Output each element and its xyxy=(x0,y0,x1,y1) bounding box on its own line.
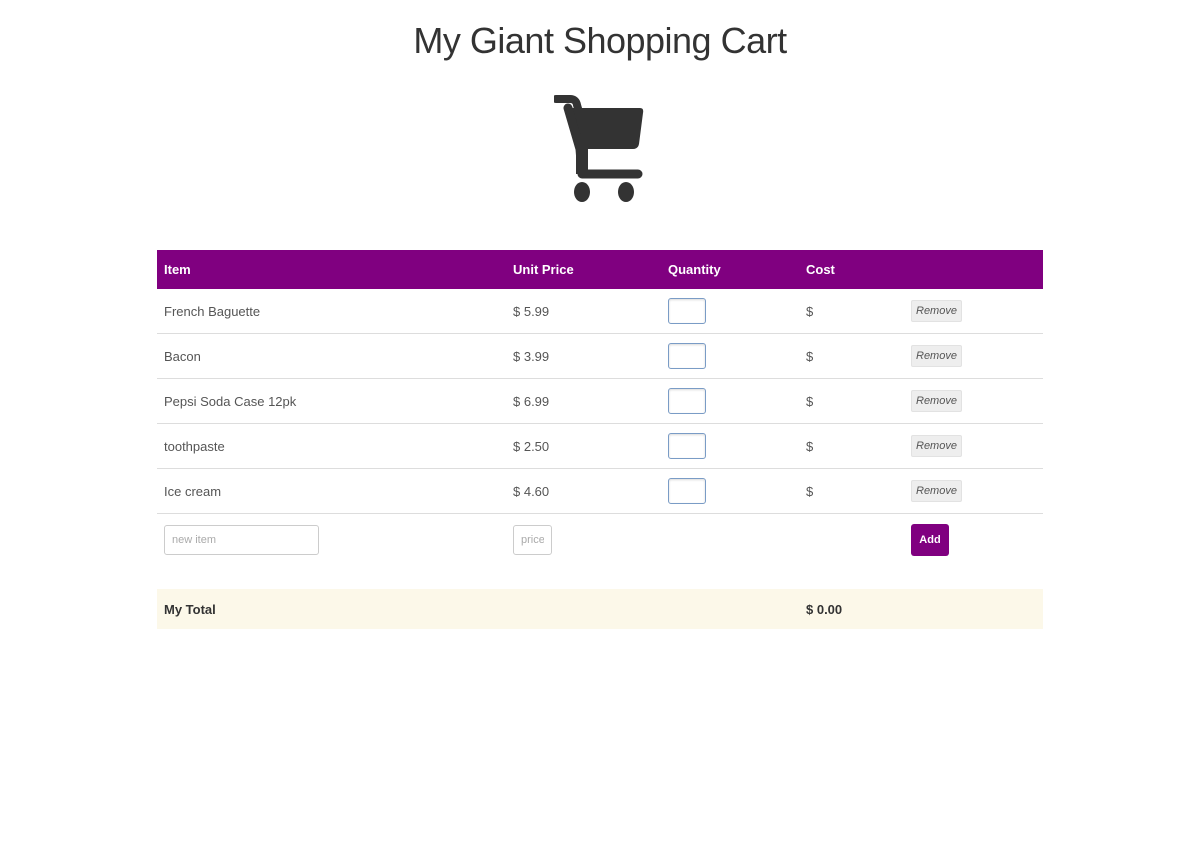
remove-button[interactable]: Remove xyxy=(911,390,962,412)
page-title: My Giant Shopping Cart xyxy=(413,20,787,61)
quantity-cell xyxy=(661,333,799,379)
add-button[interactable]: Add xyxy=(911,523,949,556)
column-header-actions xyxy=(904,250,1043,289)
column-header-cost: Cost xyxy=(799,250,904,289)
quantity-input[interactable] xyxy=(668,298,706,324)
table-row: Pepsi Soda Case 12pk $ 6.99 $ Remove xyxy=(157,378,1043,424)
page: My Giant Shopping Cart Item Unit Price Q… xyxy=(0,0,1200,842)
item-name: toothpaste xyxy=(157,423,506,469)
table-row: toothpaste $ 2.50 $ Remove xyxy=(157,423,1043,469)
add-item-row: Add xyxy=(157,513,1043,565)
cost: $ xyxy=(799,468,904,514)
add-cell: Add xyxy=(904,513,1043,565)
table-row: Ice cream $ 4.60 $ Remove xyxy=(157,468,1043,514)
empty-cell xyxy=(904,589,1043,629)
table-row: French Baguette $ 5.99 $ Remove xyxy=(157,289,1043,334)
empty-cell xyxy=(799,513,904,565)
actions-cell: Remove xyxy=(904,289,1043,334)
cost: $ xyxy=(799,378,904,424)
unit-price: $ 2.50 xyxy=(506,423,661,469)
item-name: Bacon xyxy=(157,333,506,379)
quantity-input[interactable] xyxy=(668,478,706,504)
actions-cell: Remove xyxy=(904,378,1043,424)
cost: $ xyxy=(799,333,904,379)
item-name: Pepsi Soda Case 12pk xyxy=(157,378,506,424)
quantity-cell xyxy=(661,468,799,514)
shopping-cart-icon xyxy=(554,95,644,202)
quantity-cell xyxy=(661,423,799,469)
quantity-input[interactable] xyxy=(668,343,706,369)
remove-button[interactable]: Remove xyxy=(911,435,962,457)
new-price-cell xyxy=(506,513,661,565)
actions-cell: Remove xyxy=(904,423,1043,469)
column-header-quantity: Quantity xyxy=(661,250,799,289)
remove-button[interactable]: Remove xyxy=(911,480,962,502)
empty-cell xyxy=(661,589,799,629)
spacer-row xyxy=(157,565,1043,589)
remove-button[interactable]: Remove xyxy=(911,345,962,367)
unit-price: $ 6.99 xyxy=(506,378,661,424)
empty-cell xyxy=(661,513,799,565)
unit-price: $ 4.60 xyxy=(506,468,661,514)
quantity-input[interactable] xyxy=(668,433,706,459)
actions-cell: Remove xyxy=(904,468,1043,514)
total-row: My Total $ 0.00 xyxy=(157,589,1043,629)
unit-price: $ 5.99 xyxy=(513,303,550,319)
quantity-input[interactable] xyxy=(668,388,706,414)
cost: $ xyxy=(799,423,904,469)
new-item-input[interactable] xyxy=(164,524,319,555)
new-item-cell xyxy=(157,513,506,565)
item-name: French Baguette xyxy=(164,303,261,319)
table-row: Bacon $ 3.99 $ Remove xyxy=(157,333,1043,379)
empty-cell xyxy=(506,589,661,629)
item-name: Ice cream xyxy=(157,468,506,514)
column-header-unit-price: Unit Price xyxy=(506,250,661,289)
new-price-input[interactable] xyxy=(513,524,552,555)
total-label: My Total xyxy=(157,589,506,629)
cost: $ xyxy=(806,303,814,319)
actions-cell: Remove xyxy=(904,333,1043,379)
total-value: $ 0.00 xyxy=(799,589,904,629)
quantity-cell xyxy=(661,378,799,424)
quantity-cell xyxy=(661,289,799,334)
cart-table: Item Unit Price Quantity Cost French Bag… xyxy=(157,250,1043,629)
unit-price: $ 3.99 xyxy=(506,333,661,379)
remove-button[interactable]: Remove xyxy=(911,300,962,322)
table-header-row: Item Unit Price Quantity Cost xyxy=(157,250,1043,289)
column-header-item: Item xyxy=(157,250,506,289)
